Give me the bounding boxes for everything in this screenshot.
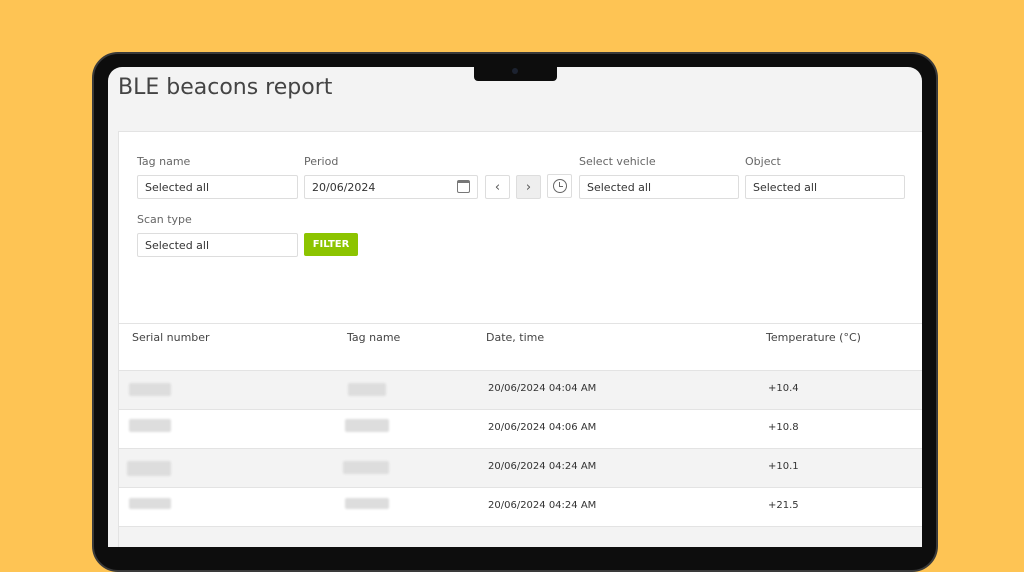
- column-header-temperature[interactable]: Temperature (°C): [766, 331, 861, 344]
- table-row[interactable]: 20/06/2024 04:06 AM +10.8: [119, 409, 922, 448]
- clock-icon: [553, 179, 567, 193]
- scan-type-label: Scan type: [137, 213, 192, 226]
- serial-redacted: [129, 498, 171, 509]
- temperature-cell: +10.8: [768, 422, 799, 433]
- tag-name-label: Tag name: [137, 155, 190, 168]
- table-row[interactable]: 20/06/2024 04:24 AM +10.1: [119, 448, 922, 487]
- filter-button[interactable]: FILTER: [304, 233, 358, 256]
- temperature-cell: +10.1: [768, 461, 799, 472]
- table-row[interactable]: 20/06/2024 04:04 AM +10.4: [119, 370, 922, 409]
- serial-redacted: [129, 383, 171, 396]
- table-divider: [119, 323, 922, 324]
- app-screen: BLE beacons report Tag name Selected all…: [108, 67, 922, 547]
- datetime-cell: 20/06/2024 04:24 AM: [488, 500, 596, 511]
- temperature-cell: +10.4: [768, 383, 799, 394]
- tag-redacted: [345, 498, 389, 509]
- column-header-serial[interactable]: Serial number: [132, 331, 210, 344]
- prev-day-button[interactable]: ‹: [485, 175, 510, 199]
- table-row[interactable]: [119, 526, 922, 547]
- temperature-cell: +21.5: [768, 500, 799, 511]
- tag-redacted: [345, 419, 389, 432]
- tag-redacted: [348, 383, 386, 396]
- period-value: 20/06/2024: [312, 181, 375, 194]
- report-panel: Tag name Selected all Period 20/06/2024 …: [118, 131, 922, 547]
- object-select[interactable]: Selected all: [745, 175, 905, 199]
- serial-redacted: [127, 461, 171, 476]
- datetime-cell: 20/06/2024 04:24 AM: [488, 461, 596, 472]
- column-header-datetime[interactable]: Date, time: [486, 331, 544, 344]
- datetime-cell: 20/06/2024 04:06 AM: [488, 422, 596, 433]
- period-label: Period: [304, 155, 338, 168]
- datetime-cell: 20/06/2024 04:04 AM: [488, 383, 596, 394]
- tag-redacted: [343, 461, 389, 474]
- select-vehicle-select[interactable]: Selected all: [579, 175, 739, 199]
- period-input[interactable]: 20/06/2024: [304, 175, 478, 199]
- next-day-button[interactable]: ›: [516, 175, 541, 199]
- column-header-tag-name[interactable]: Tag name: [347, 331, 400, 344]
- table-row[interactable]: 20/06/2024 04:24 AM +21.5: [119, 487, 922, 526]
- select-vehicle-label: Select vehicle: [579, 155, 656, 168]
- page-title: BLE beacons report: [118, 75, 332, 100]
- camera-icon: [512, 68, 518, 74]
- tag-name-select[interactable]: Selected all: [137, 175, 298, 199]
- time-button[interactable]: [547, 174, 572, 198]
- serial-redacted: [129, 419, 171, 432]
- scan-type-select[interactable]: Selected all: [137, 233, 298, 257]
- calendar-icon[interactable]: [457, 180, 470, 193]
- object-label: Object: [745, 155, 781, 168]
